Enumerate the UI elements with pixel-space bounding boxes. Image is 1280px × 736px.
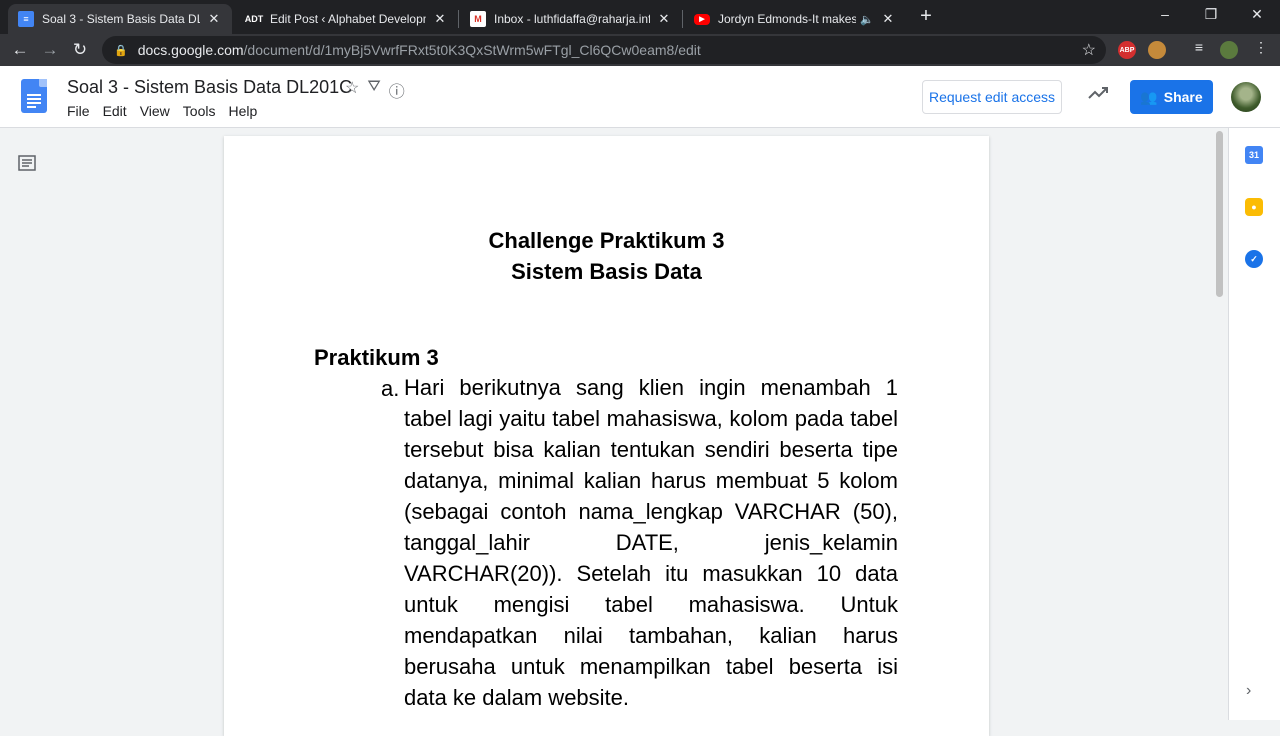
media-control-icon[interactable]: ≡ — [1188, 39, 1210, 55]
request-edit-access-button[interactable]: Request edit access — [922, 80, 1062, 114]
tab-strip: ≡ Soal 3 - Sistem Basis Data DL201C ✕ AD… — [0, 0, 1280, 34]
lock-icon: 🔒 — [114, 44, 128, 57]
tab-title: Jordyn Edmonds-It makes me — [718, 12, 857, 26]
document-heading-2: Sistem Basis Data — [511, 259, 702, 284]
share-label: Share — [1163, 89, 1203, 105]
tab-wordpress[interactable]: ADT Edit Post ‹ Alphabet Development ✕ — [236, 4, 458, 34]
browser-toolbar: ← → ↻ 🔒 docs.google.com /document/d/1myB… — [0, 34, 1280, 66]
info-icon[interactable]: ⓘ — [389, 78, 405, 102]
tasks-icon[interactable]: ✓ — [1245, 250, 1263, 268]
back-icon[interactable]: ← — [8, 38, 32, 62]
profile-avatar-icon[interactable] — [1220, 41, 1238, 59]
tab-docs[interactable]: ≡ Soal 3 - Sistem Basis Data DL201C ✕ — [8, 4, 232, 34]
new-tab-button[interactable]: + — [914, 5, 938, 29]
youtube-icon: ▶ — [694, 13, 710, 25]
bookmark-star-icon[interactable]: ☆ — [1082, 40, 1096, 60]
tab-title: Soal 3 - Sistem Basis Data DL201C — [42, 12, 200, 26]
document-page[interactable]: Challenge Praktikum 3 Sistem Basis Data … — [224, 136, 989, 736]
drive-move-icon[interactable]: ⛛ — [367, 78, 380, 102]
menu-bar: File Edit View Tools Help — [67, 103, 257, 119]
reload-icon[interactable]: ↻ — [68, 38, 92, 62]
docs-logo-icon[interactable] — [21, 79, 47, 113]
side-panel — [1228, 128, 1280, 720]
address-bar[interactable]: 🔒 docs.google.com /document/d/1myBj5Vwrf… — [102, 36, 1106, 64]
menu-edit[interactable]: Edit — [103, 103, 127, 119]
trending-icon[interactable] — [1088, 84, 1108, 105]
people-icon: 👥 — [1140, 88, 1158, 105]
document-heading-1: Challenge Praktikum 3 — [488, 228, 725, 253]
tab-separator — [682, 10, 683, 28]
cookie-icon[interactable] — [1148, 41, 1166, 59]
close-icon[interactable]: ✕ — [656, 11, 672, 27]
forward-icon[interactable]: → — [38, 38, 62, 62]
speaker-icon[interactable]: 🔈 — [860, 13, 874, 26]
url-path: /document/d/1myBj5VwrfFRxt5t0K3QxStWrm5w… — [243, 42, 701, 58]
star-icon[interactable]: ☆ — [345, 78, 359, 102]
avatar[interactable] — [1231, 82, 1261, 112]
chevron-right-icon[interactable]: › — [1246, 682, 1251, 700]
menu-file[interactable]: File — [67, 103, 90, 119]
menu-tools[interactable]: Tools — [183, 103, 216, 119]
document-title[interactable]: Soal 3 - Sistem Basis Data DL201C — [67, 77, 352, 98]
outline-icon[interactable] — [18, 155, 36, 173]
adblock-icon[interactable]: ABP — [1118, 41, 1136, 59]
gmail-icon: M — [470, 11, 486, 27]
docs-icon: ≡ — [18, 11, 34, 27]
tab-separator — [458, 10, 459, 28]
section-title: Praktikum 3 — [314, 345, 439, 370]
list-marker: a. — [381, 376, 400, 401]
wordpress-icon: ADT — [244, 14, 264, 24]
tab-title: Inbox - luthfidaffa@raharja.info - — [494, 12, 650, 26]
list-item-paragraph: Hari berikutnya sang klien ingin menamba… — [404, 375, 898, 710]
title-icons: ☆ ⛛ ⓘ — [345, 78, 405, 102]
docs-header: Soal 3 - Sistem Basis Data DL201C ☆ ⛛ ⓘ … — [0, 66, 1280, 128]
minimize-button[interactable]: – — [1142, 0, 1188, 30]
keep-icon[interactable]: ● — [1245, 198, 1263, 216]
close-icon[interactable]: ✕ — [206, 11, 222, 27]
scrollbar-thumb[interactable] — [1216, 131, 1223, 297]
tab-youtube[interactable]: ▶ Jordyn Edmonds-It makes me 🔈 ✕ — [684, 4, 906, 34]
tab-gmail[interactable]: M Inbox - luthfidaffa@raharja.info - ✕ — [460, 4, 682, 34]
close-icon[interactable]: ✕ — [880, 11, 896, 27]
close-icon[interactable]: ✕ — [432, 11, 448, 27]
share-button[interactable]: 👥 Share — [1130, 80, 1213, 114]
tab-title: Edit Post ‹ Alphabet Development — [270, 12, 426, 26]
menu-view[interactable]: View — [140, 103, 170, 119]
url-host: docs.google.com — [137, 42, 244, 58]
calendar-icon[interactable]: 31 — [1245, 146, 1263, 164]
window-close-button[interactable]: ✕ — [1234, 0, 1280, 30]
restore-button[interactable]: ❐ — [1188, 0, 1234, 30]
menu-help[interactable]: Help — [228, 103, 257, 119]
menu-dots-icon[interactable]: ⋮ — [1250, 39, 1272, 56]
